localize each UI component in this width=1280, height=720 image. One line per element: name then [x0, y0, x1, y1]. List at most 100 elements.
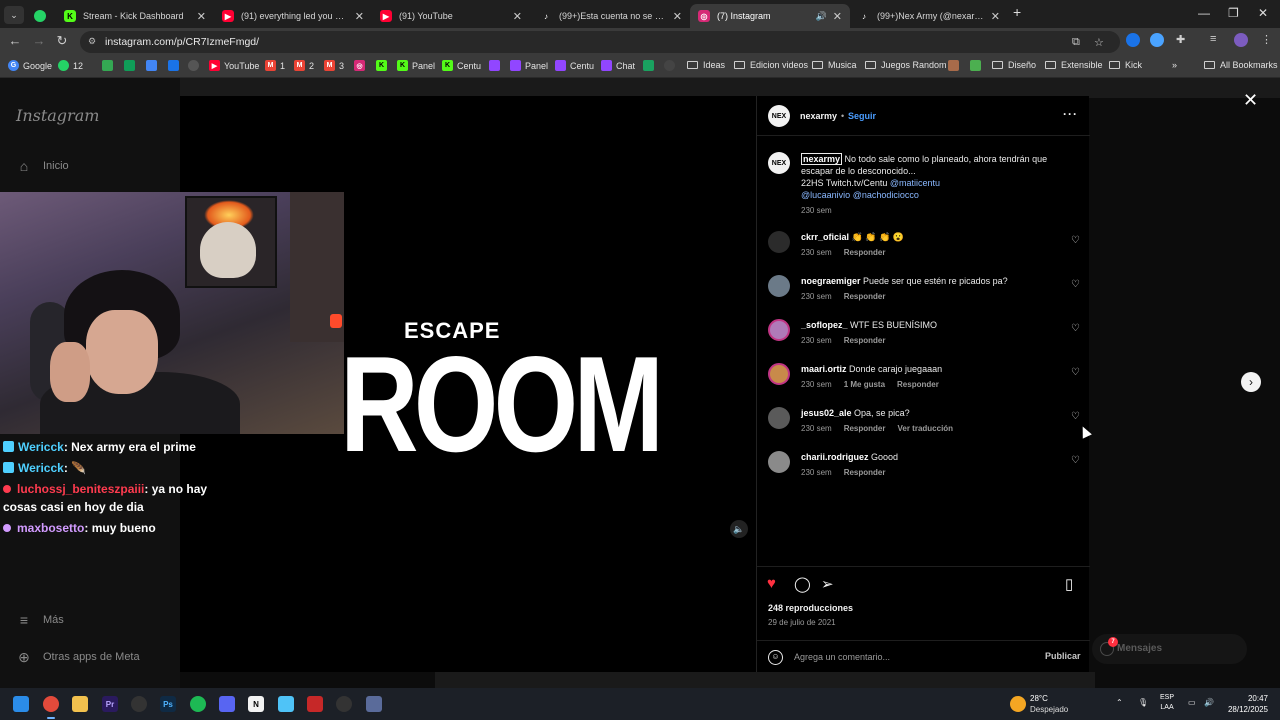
photoshop-icon[interactable]: Ps	[160, 696, 176, 712]
messages-button[interactable]: 7 Mensajes	[1092, 634, 1247, 664]
comment-user[interactable]: jesus02_ale	[801, 408, 852, 418]
volume-button[interactable]: 🔈	[730, 520, 748, 538]
close-tab-icon[interactable]: ✕	[833, 10, 842, 23]
obs-icon[interactable]	[131, 696, 147, 712]
spotify-icon[interactable]	[190, 696, 206, 712]
reply-button[interactable]: Responder	[844, 424, 886, 433]
bookmark-star-icon[interactable]: ☆	[1094, 36, 1104, 49]
share-icon[interactable]: ➢	[821, 575, 834, 593]
file-explorer-icon[interactable]	[72, 696, 88, 712]
close-window-button[interactable]: ✕	[1258, 6, 1268, 20]
bookmark-twitch-panel[interactable]: Panel	[510, 60, 548, 71]
caption-avatar[interactable]: NEX	[768, 152, 790, 174]
like-comment-icon[interactable]: ♡	[1071, 279, 1080, 290]
bookmark-instagram[interactable]: ◎	[354, 60, 369, 71]
discord-icon[interactable]	[219, 696, 235, 712]
tray-overflow-icon[interactable]: ⌃	[1116, 698, 1123, 707]
bookmark-github[interactable]	[664, 60, 679, 71]
profile-avatar[interactable]	[1234, 33, 1248, 47]
comment-user[interactable]: _soflopez_	[801, 320, 848, 330]
publish-button[interactable]: Publicar	[1045, 651, 1081, 661]
commenter-avatar[interactable]	[768, 451, 790, 473]
like-comment-icon[interactable]: ♡	[1071, 367, 1080, 378]
next-post-button[interactable]: ›	[1241, 372, 1261, 392]
browser-menu-icon[interactable]: ⋮	[1261, 33, 1272, 46]
bookmark-sheets[interactable]	[124, 60, 139, 71]
bookmark-docs[interactable]	[146, 60, 161, 71]
reload-button[interactable]: ↻	[53, 33, 71, 49]
instagram-logo[interactable]: Instagram	[16, 106, 99, 125]
close-tab-icon[interactable]: ✕	[991, 10, 1000, 23]
bookmark-gmail-1[interactable]: M1	[265, 60, 285, 71]
bookmarks-overflow-button[interactable]: »	[1172, 60, 1177, 70]
bookmark-folder-edicion[interactable]: Edicion videos	[734, 60, 808, 70]
bookmark-folder-musica[interactable]: Musica	[812, 60, 857, 70]
comment-input[interactable]	[794, 649, 1024, 665]
app-icon[interactable]	[336, 696, 352, 712]
commenter-avatar[interactable]	[768, 319, 790, 341]
bookmark-app-2[interactable]	[970, 60, 985, 71]
post-author[interactable]: nexarmy	[800, 111, 837, 121]
volume-icon[interactable]: 🔊	[1204, 698, 1214, 707]
bookmark-kick-panel[interactable]: K Panel	[397, 60, 435, 71]
close-tab-icon[interactable]: ✕	[197, 10, 206, 23]
extensions-puzzle-icon[interactable]: ✚	[1176, 33, 1185, 46]
reply-button[interactable]: Responder	[844, 292, 886, 301]
like-comment-icon[interactable]: ♡	[1071, 323, 1080, 334]
close-modal-icon[interactable]: ✕	[1243, 90, 1258, 111]
translate-button[interactable]: Ver traducción	[897, 424, 953, 433]
system-clock[interactable]: 20:47 28/12/2025	[1224, 693, 1268, 715]
tab-search-button[interactable]: ⌄	[4, 6, 24, 24]
notion-icon[interactable]: N	[248, 696, 264, 712]
bookmark-calendar[interactable]	[168, 60, 183, 71]
tab-youtube[interactable]: ▶ (91) YouTube ✕	[372, 4, 530, 28]
like-comment-icon[interactable]: ♡	[1071, 411, 1080, 422]
bookmark-folder-diseno[interactable]: Diseño	[992, 60, 1036, 70]
close-tab-icon[interactable]: ✕	[673, 10, 682, 23]
microphone-icon[interactable]: 🎙	[1138, 698, 1148, 707]
comment-user[interactable]: noegraemiger	[801, 276, 861, 286]
tab-kick-dashboard[interactable]: K Stream - Kick Dashboard ✕	[56, 4, 214, 28]
tab-instagram[interactable]: ◎ (7) Instagram 🔊 ✕	[690, 4, 850, 28]
reply-button[interactable]: Responder	[844, 468, 886, 477]
windows-start-icon[interactable]	[13, 696, 29, 712]
follow-button[interactable]: Seguir	[848, 111, 876, 121]
comment-user[interactable]: charii.rodriguez	[801, 452, 869, 462]
tab-tiktok-account[interactable]: ♪ (99+)Esta cuenta no se encuen ✕	[532, 4, 690, 28]
close-tab-icon[interactable]: ✕	[355, 10, 364, 23]
tab-youtube-video[interactable]: ▶ (91) everything led you here - Y ✕	[214, 4, 372, 28]
commenter-avatar[interactable]	[768, 231, 790, 253]
reading-list-icon[interactable]: ≡	[1210, 33, 1216, 45]
premiere-icon[interactable]: Pr	[102, 696, 118, 712]
save-bookmark-icon[interactable]: ▯	[1065, 575, 1073, 593]
sidebar-item-home[interactable]: ⌂ Inicio	[16, 158, 69, 174]
chrome-icon[interactable]	[43, 696, 59, 712]
sidebar-item-meta-apps[interactable]: ⊕ Otras apps de Meta	[16, 649, 139, 665]
bookmark-whatsapp[interactable]: 12	[58, 60, 83, 71]
minimize-button[interactable]: —	[1198, 6, 1210, 20]
bookmark-folder-kick[interactable]: Kick	[1109, 60, 1142, 70]
author-avatar[interactable]: NEX	[768, 105, 790, 127]
commenter-avatar[interactable]	[768, 407, 790, 429]
like-comment-icon[interactable]: ♡	[1071, 235, 1080, 246]
comment-likes[interactable]: 1 Me gusta	[844, 380, 885, 389]
bookmark-twitch-centu[interactable]: Centu	[555, 60, 594, 71]
commenter-avatar[interactable]	[768, 363, 790, 385]
tab-whatsapp[interactable]	[28, 4, 54, 28]
notepad-icon[interactable]	[278, 696, 294, 712]
language-indicator[interactable]: ESP LAA	[1160, 693, 1174, 713]
mention-link[interactable]: @lucaanivio	[801, 190, 850, 200]
app-icon[interactable]	[366, 696, 382, 712]
network-icon[interactable]: ▭	[1188, 698, 1196, 707]
extension-icon[interactable]	[1126, 33, 1140, 47]
more-options-icon[interactable]: ···	[1063, 107, 1078, 121]
site-info-icon[interactable]: ⚙	[88, 36, 99, 47]
bookmark-gmail-3[interactable]: M3	[324, 60, 344, 71]
back-button[interactable]: ←	[6, 33, 24, 48]
emoji-icon[interactable]: ☺	[768, 650, 783, 665]
reply-button[interactable]: Responder	[844, 336, 886, 345]
close-tab-icon[interactable]: ✕	[513, 10, 522, 23]
comment-user[interactable]: maari.ortiz	[801, 364, 847, 374]
caption-user[interactable]: nexarmy	[801, 153, 843, 165]
mention-link[interactable]: @matiicentu	[890, 178, 940, 188]
